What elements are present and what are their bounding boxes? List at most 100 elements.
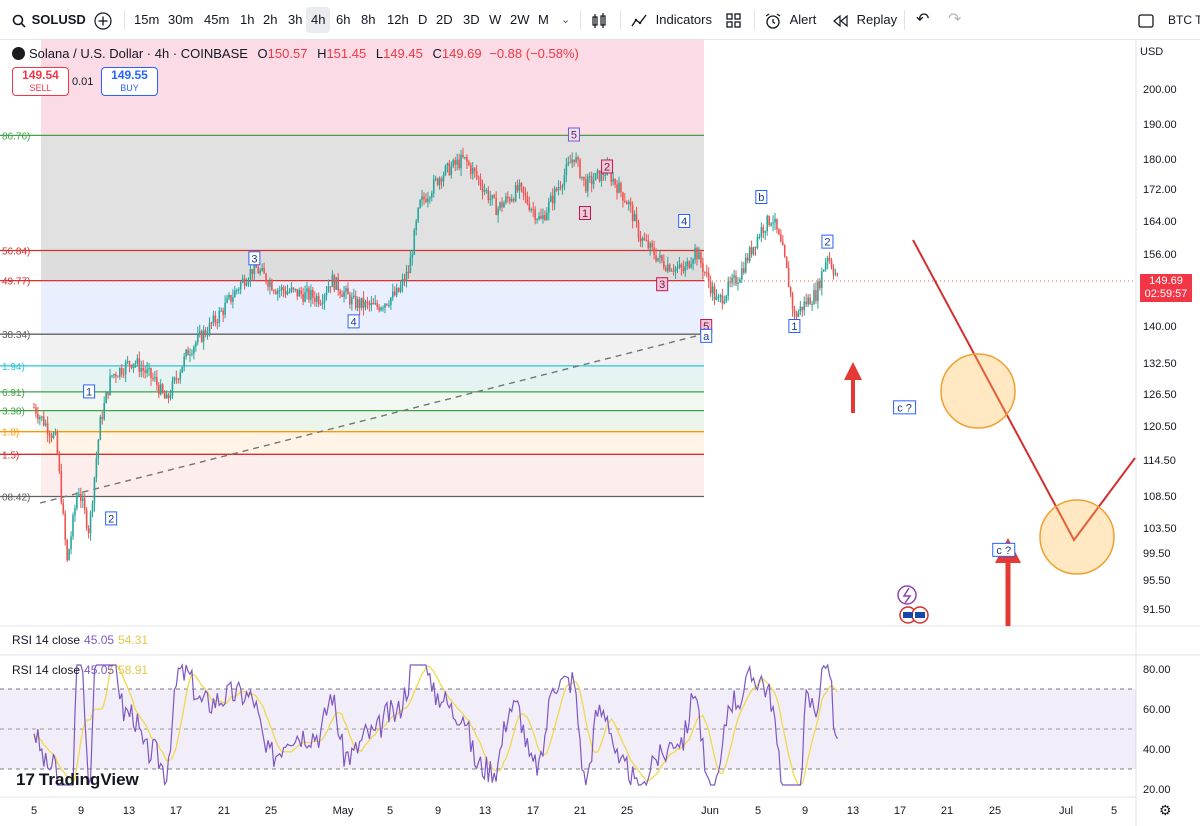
interval-2w[interactable]: 2W — [510, 0, 530, 40]
candle-body — [159, 384, 162, 395]
candle-body — [89, 512, 92, 534]
sell-button[interactable]: 149.54 SELL — [12, 67, 69, 96]
candle-body — [304, 291, 306, 302]
candle-body — [575, 157, 577, 163]
candle-body — [327, 286, 330, 292]
interval-4h[interactable]: 4h — [306, 7, 331, 33]
candle-body — [161, 384, 164, 393]
low-value: 149.45 — [383, 46, 423, 61]
lightning-icon[interactable] — [897, 585, 917, 605]
flag-icon[interactable] — [899, 606, 929, 624]
buy-button[interactable]: 149.55 BUY — [101, 67, 158, 96]
candle-body — [393, 291, 396, 296]
candle-body — [206, 334, 209, 336]
candle-body — [81, 498, 84, 501]
candle-body — [353, 295, 355, 298]
arrow-up-icon[interactable] — [844, 362, 862, 413]
candle-body — [109, 375, 111, 395]
candle-body — [809, 297, 811, 305]
indicators-button[interactable]: Indicators — [630, 0, 712, 40]
time-axis[interactable]: 5 9 13 17 21 25 May 5 9 13 17 21 25 Jun 5 9 13 17 21 25 Jul 5 — [31, 805, 1117, 817]
interval-2h[interactable]: 2h — [263, 0, 277, 40]
time-tick-label: 5 — [755, 805, 761, 817]
candle-body — [452, 159, 455, 167]
undo-icon[interactable]: ↶ — [916, 0, 929, 40]
chevron-down-icon[interactable]: ⌄ — [561, 0, 570, 40]
candle-body — [555, 188, 558, 191]
interval-m[interactable]: M — [538, 0, 549, 40]
interval-w[interactable]: W — [489, 0, 501, 40]
interval-2d[interactable]: 2D — [436, 0, 453, 40]
currency-selector[interactable]: USD — [1140, 46, 1163, 58]
candle-body — [212, 315, 215, 324]
candle-body — [134, 363, 137, 365]
time-tick-label: 9 — [435, 805, 441, 817]
candle-body — [218, 311, 221, 323]
candle-body — [590, 176, 593, 185]
replay-label: Replay — [856, 12, 898, 27]
interval-8h[interactable]: 8h — [361, 0, 375, 40]
candle-body — [639, 237, 642, 242]
compare-symbol[interactable]: BTC T — [1168, 0, 1200, 40]
candle-body — [713, 286, 716, 300]
fib-level-label: 56.84) — [2, 247, 30, 258]
tradingview-logo-icon: 17 — [16, 770, 35, 789]
layout-toggle-button[interactable] — [1138, 0, 1154, 40]
chart-area[interactable]: 1 2 3 4 5 1 2 3 4 5 a b 1 2 c ? c ? 86.76) 56.84) 49.77) 3… — [0, 40, 1200, 826]
interval-d[interactable]: D — [418, 0, 427, 40]
watermark-text: TradingView — [38, 770, 139, 789]
interval-45m[interactable]: 45m — [204, 0, 229, 40]
candle-body — [801, 306, 804, 311]
candles-icon — [592, 12, 606, 28]
layouts-button[interactable] — [725, 0, 742, 40]
candle-body — [245, 283, 248, 286]
candle-body — [715, 296, 718, 300]
rsi-legend[interactable]: RSI 14 close 45.05 58.91 — [12, 663, 148, 677]
redo-icon[interactable]: ↷ — [948, 0, 961, 40]
symbol-legend[interactable]: Solana / U.S. Dollar · 4h · COINBASE O15… — [12, 44, 579, 64]
price-chart[interactable]: 1 2 3 4 5 1 2 3 4 5 a b 1 2 c ? c ? 86.76) 56.84) 49.77) 3… — [0, 40, 1200, 826]
candle-body — [366, 301, 369, 303]
rsi-legend-collapsed[interactable]: RSI 14 close 45.05 54.31 — [12, 633, 148, 647]
gear-icon[interactable]: ⚙ — [1159, 802, 1172, 819]
price-axis[interactable]: 200.00 190.00 180.00 172.00 164.00 156.00 140.… — [1143, 84, 1177, 616]
candle-body — [85, 509, 88, 529]
candle-body — [626, 201, 628, 205]
candle-body — [39, 417, 41, 420]
candle-body — [700, 252, 702, 264]
interval-30m[interactable]: 30m — [168, 0, 193, 40]
candle-body — [692, 259, 694, 265]
price-tick-label: 114.50 — [1143, 455, 1176, 467]
interval-3d[interactable]: 3D — [463, 0, 480, 40]
replay-button[interactable]: Replay — [833, 0, 897, 40]
candle-body — [624, 200, 626, 202]
alert-button[interactable]: Alert — [764, 0, 816, 40]
interval-3h[interactable]: 3h — [288, 0, 302, 40]
interval-15m[interactable]: 15m — [134, 0, 159, 40]
candle-body — [750, 247, 753, 255]
candle-body — [536, 219, 538, 221]
symbol-search[interactable]: SOLUSD — [12, 0, 86, 40]
time-tick-label: 9 — [78, 805, 84, 817]
candle-body — [409, 257, 412, 274]
interval-1h[interactable]: 1h — [240, 0, 254, 40]
interval-12h[interactable]: 12h — [387, 0, 409, 40]
candle-body — [466, 156, 468, 163]
target-zone-circle[interactable] — [940, 353, 1016, 429]
add-symbol-button[interactable] — [94, 0, 112, 40]
candle-body — [119, 367, 121, 377]
candle-body — [653, 247, 655, 256]
candle-body — [553, 188, 556, 204]
chart-type-button[interactable] — [590, 0, 608, 40]
candle-body — [723, 300, 726, 304]
candle-body — [407, 271, 410, 274]
candle-body — [637, 221, 640, 238]
interval-6h[interactable]: 6h — [336, 0, 350, 40]
candle-body — [782, 241, 784, 246]
candle-body — [368, 302, 371, 306]
target-zone-circle[interactable] — [1039, 499, 1115, 575]
candle-body — [709, 281, 712, 294]
time-tick-label: 25 — [989, 805, 1001, 817]
alert-label: Alert — [789, 12, 817, 27]
wave-label: 1 — [582, 208, 588, 220]
